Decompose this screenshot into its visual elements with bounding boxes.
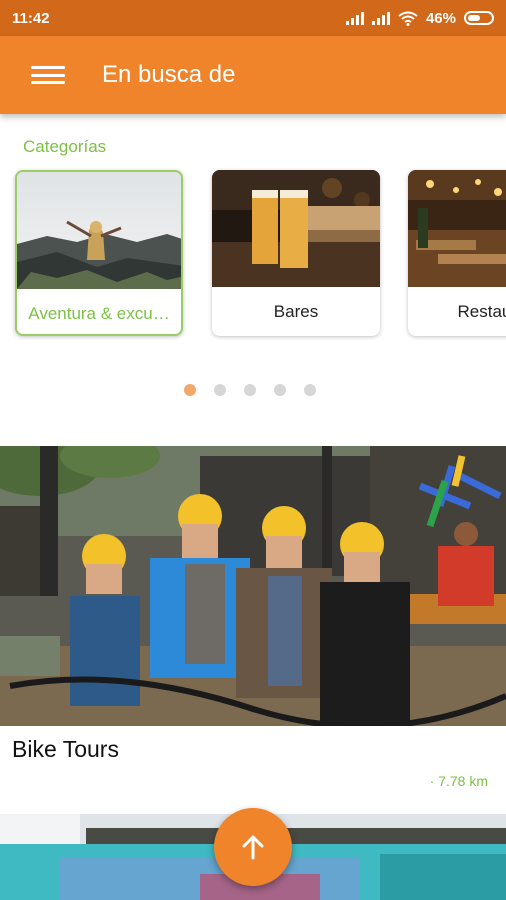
bike-tours-photo[interactable] (0, 446, 506, 726)
hamburger-menu-icon[interactable] (31, 63, 65, 87)
wifi-icon (398, 11, 418, 26)
category-card-adventure[interactable]: Aventura & excu… (15, 170, 183, 336)
carousel-pager (184, 384, 316, 396)
tour-title[interactable]: Bike Tours (12, 736, 119, 763)
signal-icon (371, 11, 390, 25)
category-label: Aventura & excu… (28, 303, 170, 323)
pager-dot[interactable] (184, 384, 196, 396)
battery-percent: 46% (425, 9, 456, 27)
tour-distance: · 7.78 km (429, 773, 488, 789)
app-title: En busca de (102, 61, 236, 88)
category-image-bars (212, 170, 380, 287)
pager-dot[interactable] (214, 384, 226, 396)
app-bar: En busca de (0, 36, 506, 114)
category-image-restaurants (408, 170, 506, 287)
status-icons: 46% (345, 9, 494, 27)
arrow-up-icon (242, 835, 264, 860)
category-label: Bares (273, 301, 319, 321)
category-card-restaurants[interactable]: Restaura (408, 170, 506, 336)
status-bar: 11:42 46% (0, 0, 506, 36)
pager-dot[interactable] (244, 384, 256, 396)
battery-icon (464, 11, 494, 25)
pager-dot[interactable] (304, 384, 316, 396)
category-image-adventure (17, 172, 181, 289)
signal-icon (345, 11, 364, 25)
scroll-to-top-button[interactable] (214, 808, 292, 886)
categories-carousel[interactable]: Aventura & excu… Bares Resta (0, 168, 506, 340)
categories-heading: Categorías (23, 137, 107, 156)
status-time: 11:42 (12, 9, 50, 27)
category-label: Restaura (457, 301, 506, 321)
category-card-bars[interactable]: Bares (212, 170, 380, 336)
pager-dot[interactable] (274, 384, 286, 396)
